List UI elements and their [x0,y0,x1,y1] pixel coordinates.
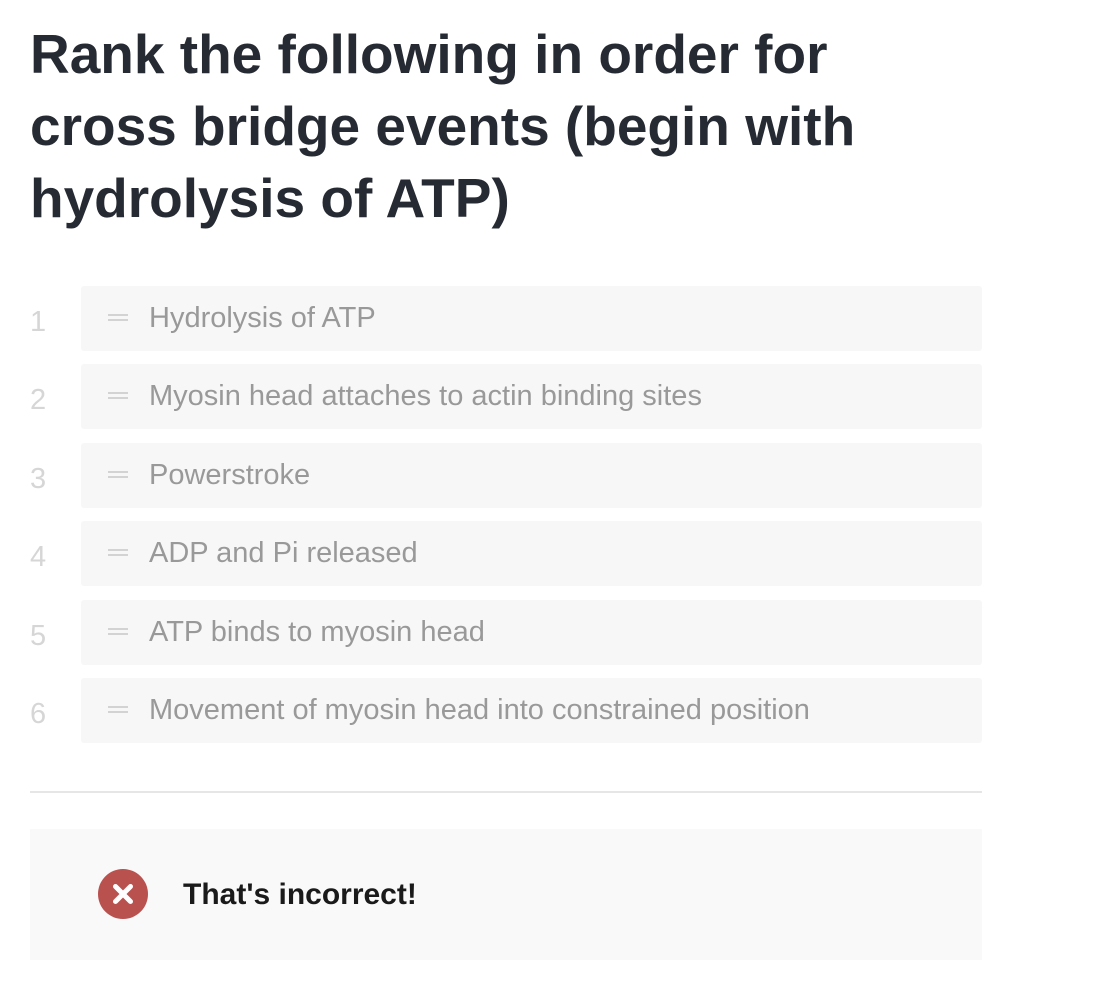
ranking-item-label: Powerstroke [149,458,311,491]
drag-handle-icon[interactable] [108,470,128,480]
rank-number: 1 [30,306,47,338]
ranking-item-card[interactable]: ADP and Pi released [81,521,982,587]
drag-handle-icon[interactable] [108,705,128,715]
ranking-row: 2 Myosin head attaches to actin binding … [30,364,982,430]
section-divider [30,791,982,793]
rank-number: 2 [30,384,47,417]
feedback-message: That's incorrect! [183,878,417,911]
drag-handle-icon[interactable] [108,548,128,558]
feedback-panel: That's incorrect! [30,829,982,960]
ranking-list: 1 Hydrolysis of ATP 2 Myosin head attach… [30,286,982,756]
drag-handle-icon[interactable] [108,627,128,637]
ranking-item-label: ATP binds to myosin head [149,615,485,648]
rank-number: 6 [30,697,47,730]
ranking-row: 4 ADP and Pi released [30,521,982,587]
ranking-row: 6 Movement of myosin head into constrain… [30,677,982,743]
ranking-item-label: Myosin head attaches to actin binding si… [149,380,702,413]
ranking-row: 3 Powerstroke [30,442,982,508]
x-circle-icon [98,869,148,919]
ranking-item-card[interactable]: ATP binds to myosin head [81,599,982,665]
rank-number: 5 [30,619,47,652]
ranking-item-card[interactable]: Hydrolysis of ATP [81,286,982,351]
ranking-item-label: Hydrolysis of ATP [149,302,376,334]
rank-number: 3 [30,462,47,495]
ranking-item-card[interactable]: Myosin head attaches to actin binding si… [81,364,982,430]
ranking-item-card[interactable]: Movement of myosin head into constrained… [81,677,982,743]
drag-handle-icon[interactable] [108,391,128,401]
ranking-item-card[interactable]: Powerstroke [81,442,982,508]
ranking-item-label: ADP and Pi released [149,537,418,570]
rank-number: 4 [30,541,47,574]
question-title: Rank the following in order for cross br… [30,23,856,229]
ranking-row: 5 ATP binds to myosin head [30,599,982,665]
ranking-row: 1 Hydrolysis of ATP [30,286,982,351]
ranking-item-label: Movement of myosin head into constrained… [149,693,810,726]
drag-handle-icon[interactable] [108,313,128,323]
